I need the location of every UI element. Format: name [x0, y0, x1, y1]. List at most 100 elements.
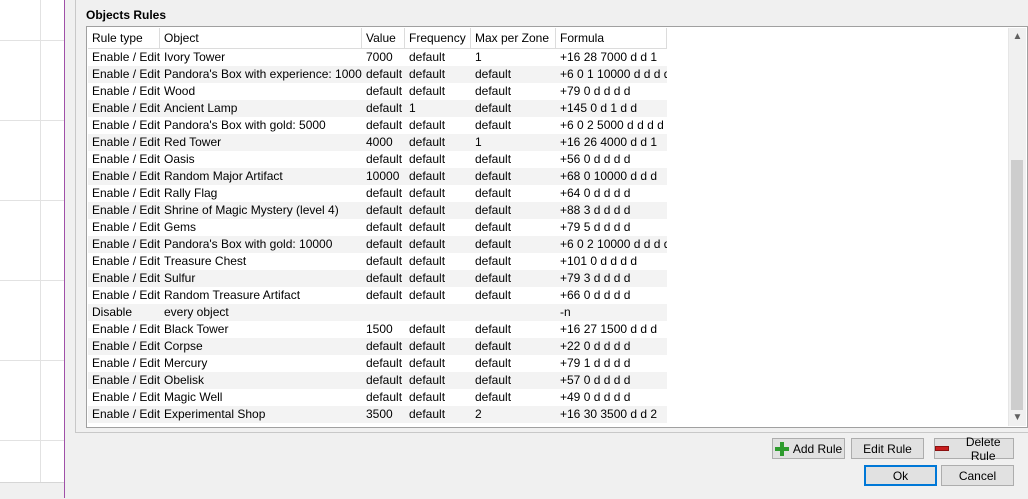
- rule-type-cell: Enable / Edit: [88, 372, 160, 389]
- max-per-zone-cell: default: [471, 66, 556, 83]
- max-per-zone-cell: default: [471, 321, 556, 338]
- cancel-button[interactable]: Cancel: [941, 465, 1014, 486]
- column-header-frequency[interactable]: Frequency: [405, 28, 471, 49]
- rule-type-cell: Enable / Edit: [88, 253, 160, 270]
- table-row[interactable]: Enable / Edit Experimental Shop 3500 defaul…: [88, 406, 1010, 423]
- rule-type-cell: Enable / Edit: [88, 66, 160, 83]
- value-cell: default: [362, 270, 405, 287]
- frequency-cell: default: [405, 117, 471, 134]
- formula-cell: +16 26 4000 d d 1: [556, 134, 667, 151]
- frequency-cell: [405, 304, 471, 321]
- formula-cell: +79 3 d d d d: [556, 270, 667, 287]
- formula-cell: +16 28 7000 d d 1: [556, 49, 667, 66]
- table-row[interactable]: Enable / Edit Shrine of Magic Mystery (le…: [88, 202, 1010, 219]
- scrollbar-thumb[interactable]: [1011, 160, 1023, 410]
- max-per-zone-cell: 1: [471, 134, 556, 151]
- table-row[interactable]: Enable / Edit Treasure Chest default defaul…: [88, 253, 1010, 270]
- table-row[interactable]: Enable / Edit Sulfur default default default…: [88, 270, 1010, 287]
- column-header-value[interactable]: Value: [362, 28, 405, 49]
- table-row[interactable]: Enable / Edit Pandora's Box with gold: 50…: [88, 117, 1010, 134]
- rule-type-cell: Enable / Edit: [88, 83, 160, 100]
- objects-rules-group: Objects Rules Rule type Object Value Fre…: [75, 0, 1028, 433]
- table-row[interactable]: Enable / Edit Red Tower 4000 default 1 +16 26…: [88, 134, 1010, 151]
- frequency-cell: default: [405, 202, 471, 219]
- scroll-down-icon[interactable]: ▼: [1009, 409, 1026, 426]
- object-cell: Oasis: [160, 151, 362, 168]
- object-cell: Ancient Lamp: [160, 100, 362, 117]
- value-cell: default: [362, 287, 405, 304]
- table-row[interactable]: Enable / Edit Obelisk default default defaul…: [88, 372, 1010, 389]
- object-cell: Random Major Artifact: [160, 168, 362, 185]
- table-row[interactable]: Enable / Edit Magic Well default default def…: [88, 389, 1010, 406]
- table-row[interactable]: Enable / Edit Random Treasure Artifact def…: [88, 287, 1010, 304]
- background-grid: [0, 0, 64, 482]
- add-rule-button[interactable]: Add Rule: [772, 438, 845, 459]
- ok-button[interactable]: Ok: [864, 465, 937, 486]
- edit-rule-label: Edit Rule: [863, 441, 912, 456]
- vertical-scrollbar[interactable]: ▲ ▼: [1008, 28, 1026, 426]
- table-row[interactable]: Enable / Edit Ivory Tower 7000 default 1 +16 …: [88, 49, 1010, 66]
- object-cell: Obelisk: [160, 372, 362, 389]
- table-row[interactable]: Enable / Edit Oasis default default default +…: [88, 151, 1010, 168]
- rule-type-cell: Enable / Edit: [88, 338, 160, 355]
- rule-type-cell: Enable / Edit: [88, 355, 160, 372]
- background-status-strip: [0, 482, 64, 499]
- frequency-cell: default: [405, 236, 471, 253]
- rule-type-cell: Enable / Edit: [88, 100, 160, 117]
- delete-rule-button[interactable]: Delete Rule: [934, 435, 1014, 463]
- value-cell: default: [362, 151, 405, 168]
- table-row[interactable]: Enable / Edit Rally Flag default default def…: [88, 185, 1010, 202]
- table-row[interactable]: Enable / Edit Black Tower 1500 default defau…: [88, 321, 1010, 338]
- table-row[interactable]: Enable / Edit Gems default default default +7…: [88, 219, 1010, 236]
- table-row[interactable]: Enable / Edit Pandora's Box with gold: 10…: [88, 236, 1010, 253]
- delete-rule-label: Delete Rule: [965, 434, 1001, 463]
- table-row[interactable]: Enable / Edit Random Major Artifact 10000 d…: [88, 168, 1010, 185]
- formula-cell: +57 0 d d d d: [556, 372, 667, 389]
- grid-line: [0, 120, 64, 121]
- table-row[interactable]: Enable / Edit Mercury default default defaul…: [88, 355, 1010, 372]
- formula-cell: +79 1 d d d d: [556, 355, 667, 372]
- object-cell: Gems: [160, 219, 362, 236]
- max-per-zone-cell: default: [471, 117, 556, 134]
- frequency-cell: default: [405, 83, 471, 100]
- rules-table-frame: Rule type Object Value Frequency Max per…: [86, 26, 1028, 428]
- scroll-up-icon[interactable]: ▲: [1009, 28, 1026, 45]
- formula-cell: +79 5 d d d d: [556, 219, 667, 236]
- value-cell: default: [362, 117, 405, 134]
- table-row[interactable]: Disable every object -n: [88, 304, 1010, 321]
- rule-type-cell: Enable / Edit: [88, 236, 160, 253]
- table-row[interactable]: Enable / Edit Pandora's Box with experien…: [88, 66, 1010, 83]
- table-row[interactable]: Enable / Edit Wood default default default +7…: [88, 83, 1010, 100]
- formula-cell: +66 0 d d d d: [556, 287, 667, 304]
- value-cell: 4000: [362, 134, 405, 151]
- formula-cell: +68 0 10000 d d d: [556, 168, 667, 185]
- frequency-cell: default: [405, 49, 471, 66]
- rule-type-cell: Enable / Edit: [88, 202, 160, 219]
- table-header: Rule type Object Value Frequency Max per…: [88, 28, 1010, 49]
- ok-label: Ok: [892, 468, 909, 483]
- rule-type-cell: Disable: [88, 304, 160, 321]
- value-cell: default: [362, 253, 405, 270]
- max-per-zone-cell: default: [471, 219, 556, 236]
- object-cell: Pandora's Box with gold: 10000: [160, 236, 362, 253]
- value-cell: 1500: [362, 321, 405, 338]
- rule-type-cell: Enable / Edit: [88, 151, 160, 168]
- column-header-rule-type[interactable]: Rule type: [88, 28, 160, 49]
- table-row[interactable]: Enable / Edit Ancient Lamp default 1 default…: [88, 100, 1010, 117]
- table-row[interactable]: Enable / Edit Corpse default default default…: [88, 338, 1010, 355]
- max-per-zone-cell: default: [471, 270, 556, 287]
- object-cell: Random Treasure Artifact: [160, 287, 362, 304]
- column-header-object[interactable]: Object: [160, 28, 362, 49]
- max-per-zone-cell: default: [471, 372, 556, 389]
- max-per-zone-cell: default: [471, 202, 556, 219]
- rule-type-cell: Enable / Edit: [88, 49, 160, 66]
- max-per-zone-cell: default: [471, 185, 556, 202]
- column-header-formula[interactable]: Formula: [556, 28, 667, 49]
- column-header-max-per-zone[interactable]: Max per Zone: [471, 28, 556, 49]
- edit-rule-button[interactable]: Edit Rule: [851, 438, 924, 459]
- frequency-cell: default: [405, 287, 471, 304]
- object-cell: Magic Well: [160, 389, 362, 406]
- formula-cell: +49 0 d d d d: [556, 389, 667, 406]
- value-cell: default: [362, 66, 405, 83]
- frequency-cell: default: [405, 355, 471, 372]
